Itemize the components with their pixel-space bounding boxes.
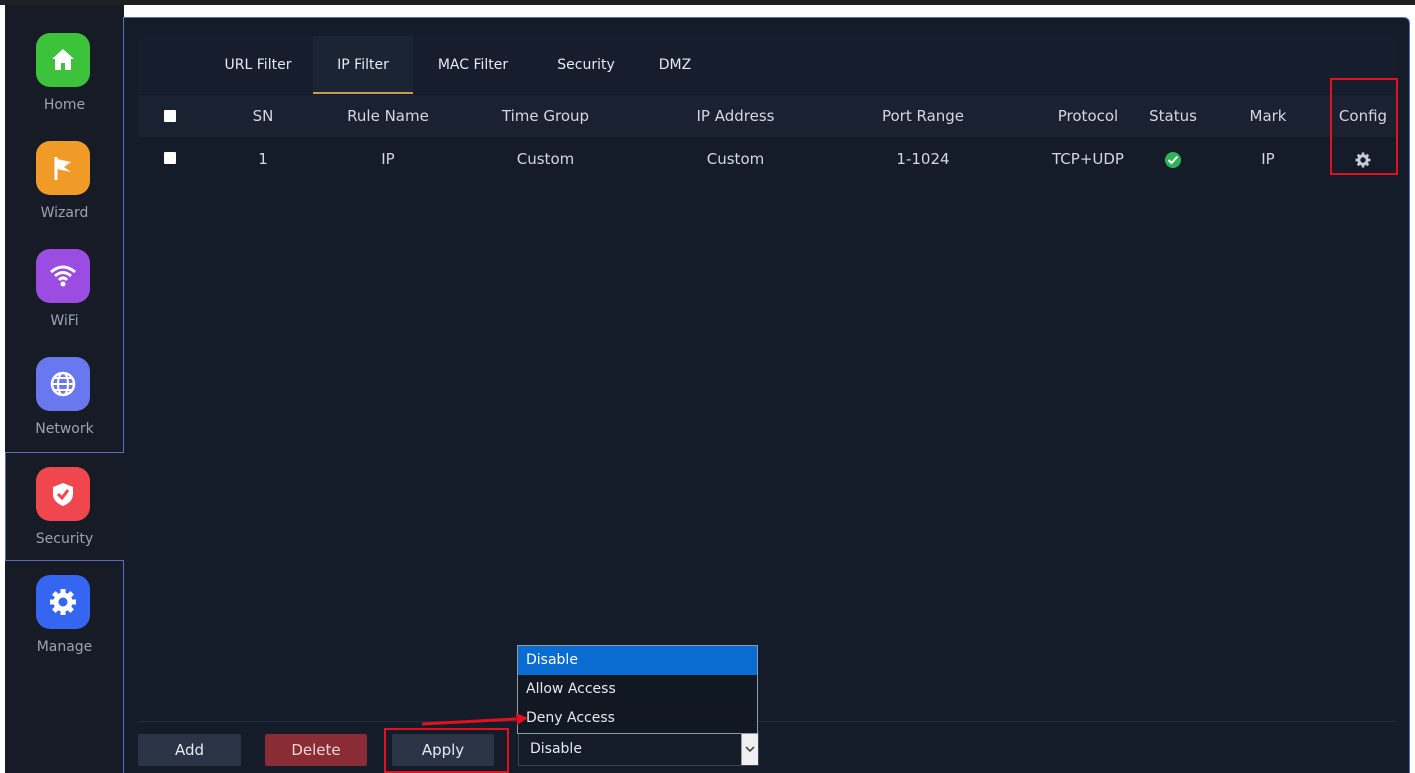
sidebar-item-home[interactable]: Home — [5, 19, 124, 124]
header-port-range: Port Range — [881, 107, 965, 125]
footer-divider — [138, 721, 1396, 722]
action-select-value: Disable — [530, 741, 582, 757]
sidebar-item-label: Home — [43, 97, 86, 113]
sidebar: Home Wizard WiFi Network Security Manage — [5, 5, 124, 773]
option-disable[interactable]: Disable — [518, 646, 757, 675]
cell-sn: 1 — [258, 150, 268, 168]
cell-protocol: TCP+UDP — [1052, 150, 1124, 168]
delete-button[interactable]: Delete — [265, 734, 367, 766]
active-item-border — [5, 452, 125, 453]
gear-icon — [36, 575, 90, 629]
main-panel: URL Filter IP Filter MAC Filter Security… — [124, 17, 1410, 773]
cell-rule-name: IP — [381, 150, 395, 168]
flag-icon — [36, 141, 90, 195]
header-sn: SN — [252, 107, 274, 125]
header-mark: Mark — [1249, 107, 1287, 125]
add-button[interactable]: Add — [138, 734, 241, 766]
action-select[interactable]: Disable — [518, 732, 759, 766]
select-all-checkbox[interactable] — [164, 110, 176, 122]
cell-time-group: Custom — [516, 150, 575, 168]
cell-status — [1143, 137, 1203, 181]
header-rule-name: Rule Name — [347, 107, 429, 125]
option-allow-access[interactable]: Allow Access — [518, 675, 757, 704]
annotation-box-apply — [384, 728, 509, 773]
table-header: SN Rule Name Time Group IP Address Port … — [138, 95, 1396, 137]
option-deny-access[interactable]: Deny Access — [518, 704, 757, 733]
shield-icon — [36, 467, 90, 521]
globe-icon — [36, 357, 90, 411]
sidebar-item-label: Manage — [36, 639, 93, 655]
active-item-border — [5, 452, 6, 561]
window-top-bar — [0, 0, 1415, 5]
header-status: Status — [1149, 107, 1197, 125]
sidebar-item-security[interactable]: Security — [5, 453, 124, 558]
wifi-icon — [36, 249, 90, 303]
action-dropdown: Disable Allow Access Deny Access — [517, 645, 758, 734]
check-circle-icon — [1165, 151, 1181, 168]
tab-url-filter[interactable]: URL Filter — [208, 36, 308, 94]
home-icon — [36, 33, 90, 87]
tab-ip-filter[interactable]: IP Filter — [313, 36, 413, 94]
chevron-down-icon[interactable] — [741, 733, 758, 765]
header-ip-address: IP Address — [696, 107, 775, 125]
row-checkbox[interactable] — [164, 152, 176, 164]
sidebar-item-network[interactable]: Network — [5, 343, 124, 448]
table-row: 1 IP Custom Custom 1-1024 TCP+UDP IP — [138, 137, 1396, 181]
header-protocol: Protocol — [1057, 107, 1119, 125]
sidebar-item-label: WiFi — [50, 313, 79, 329]
sidebar-item-label: Wizard — [40, 205, 89, 221]
annotation-arrow-icon — [421, 713, 528, 726]
cell-port-range: 1-1024 — [896, 150, 950, 168]
sidebar-item-wizard[interactable]: Wizard — [5, 127, 124, 232]
sidebar-item-label: Network — [35, 421, 94, 437]
cell-mark: IP — [1261, 150, 1275, 168]
sidebar-item-label: Security — [35, 531, 94, 547]
sidebar-item-wifi[interactable]: WiFi — [5, 235, 124, 340]
tab-bar: URL Filter IP Filter MAC Filter Security… — [138, 36, 1396, 94]
annotation-box-config — [1330, 78, 1398, 175]
sidebar-item-manage[interactable]: Manage — [5, 561, 124, 666]
cell-ip-address: Custom — [706, 150, 765, 168]
tab-mac-filter[interactable]: MAC Filter — [423, 36, 523, 94]
tab-dmz[interactable]: DMZ — [640, 36, 710, 94]
header-time-group: Time Group — [501, 107, 590, 125]
active-item-border — [5, 560, 125, 561]
tab-security[interactable]: Security — [536, 36, 636, 94]
